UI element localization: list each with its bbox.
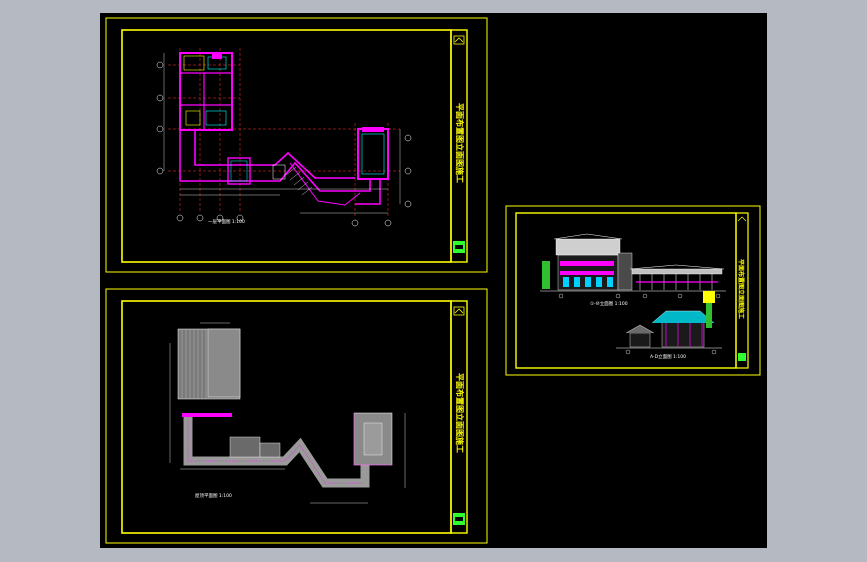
elevation-caption-2: A-D立面图 1:100 [650, 353, 686, 360]
chevron-icon [454, 37, 464, 43]
title-block: 平面布置图立面图施工 [735, 212, 749, 369]
chevron-icon [454, 308, 464, 314]
title-block-text: 平面布置图立面图施工 [737, 259, 745, 319]
roof-plan-drawing [169, 322, 406, 504]
title-block-text: 平面布置图立面图施工 [455, 373, 465, 453]
sheet-plan-roof[interactable]: 平面布置图立面图施工 屋顶平面图 1:100 [105, 288, 488, 544]
chevron-icon [737, 216, 747, 222]
sheet-outer-frame [505, 205, 761, 376]
cad-viewport[interactable]: 平面布置图立面图施工 一层平面图 1:100 平面布置图立面图施工 屋顶平面图 … [100, 13, 767, 548]
sheet-outer-frame [105, 17, 488, 273]
title-block-text: 平面布置图立面图施工 [455, 103, 465, 183]
title-block: 平面布置图立面图施工 [450, 29, 468, 263]
elevation-drawing-2 [616, 291, 722, 355]
sheet-logo-icon [738, 353, 746, 361]
sheet-outer-frame [105, 288, 488, 544]
elevation-drawing-1 [540, 233, 726, 299]
title-block: 平面布置图立面图施工 [450, 300, 468, 534]
drawing-caption: 屋顶平面图 1:100 [195, 493, 232, 499]
drawing-canvas[interactable]: 平面布置图立面图施工 一层平面图 1:100 平面布置图立面图施工 屋顶平面图 … [100, 13, 767, 548]
drawing-caption: 一层平面图 1:100 [208, 219, 245, 225]
sheet-plan-floor[interactable]: 平面布置图立面图施工 一层平面图 1:100 [105, 17, 488, 273]
sheet-inner-frame [121, 300, 452, 534]
sheet-inner-frame [121, 29, 452, 263]
sheet-elevations[interactable]: 平面布置图立面图施工 ①-⑩立面图 1:100 A-D立面图 1:100 [505, 205, 761, 376]
floor-plan-drawing [156, 48, 412, 227]
elevation-caption-1: ①-⑩立面图 1:100 [590, 300, 628, 307]
